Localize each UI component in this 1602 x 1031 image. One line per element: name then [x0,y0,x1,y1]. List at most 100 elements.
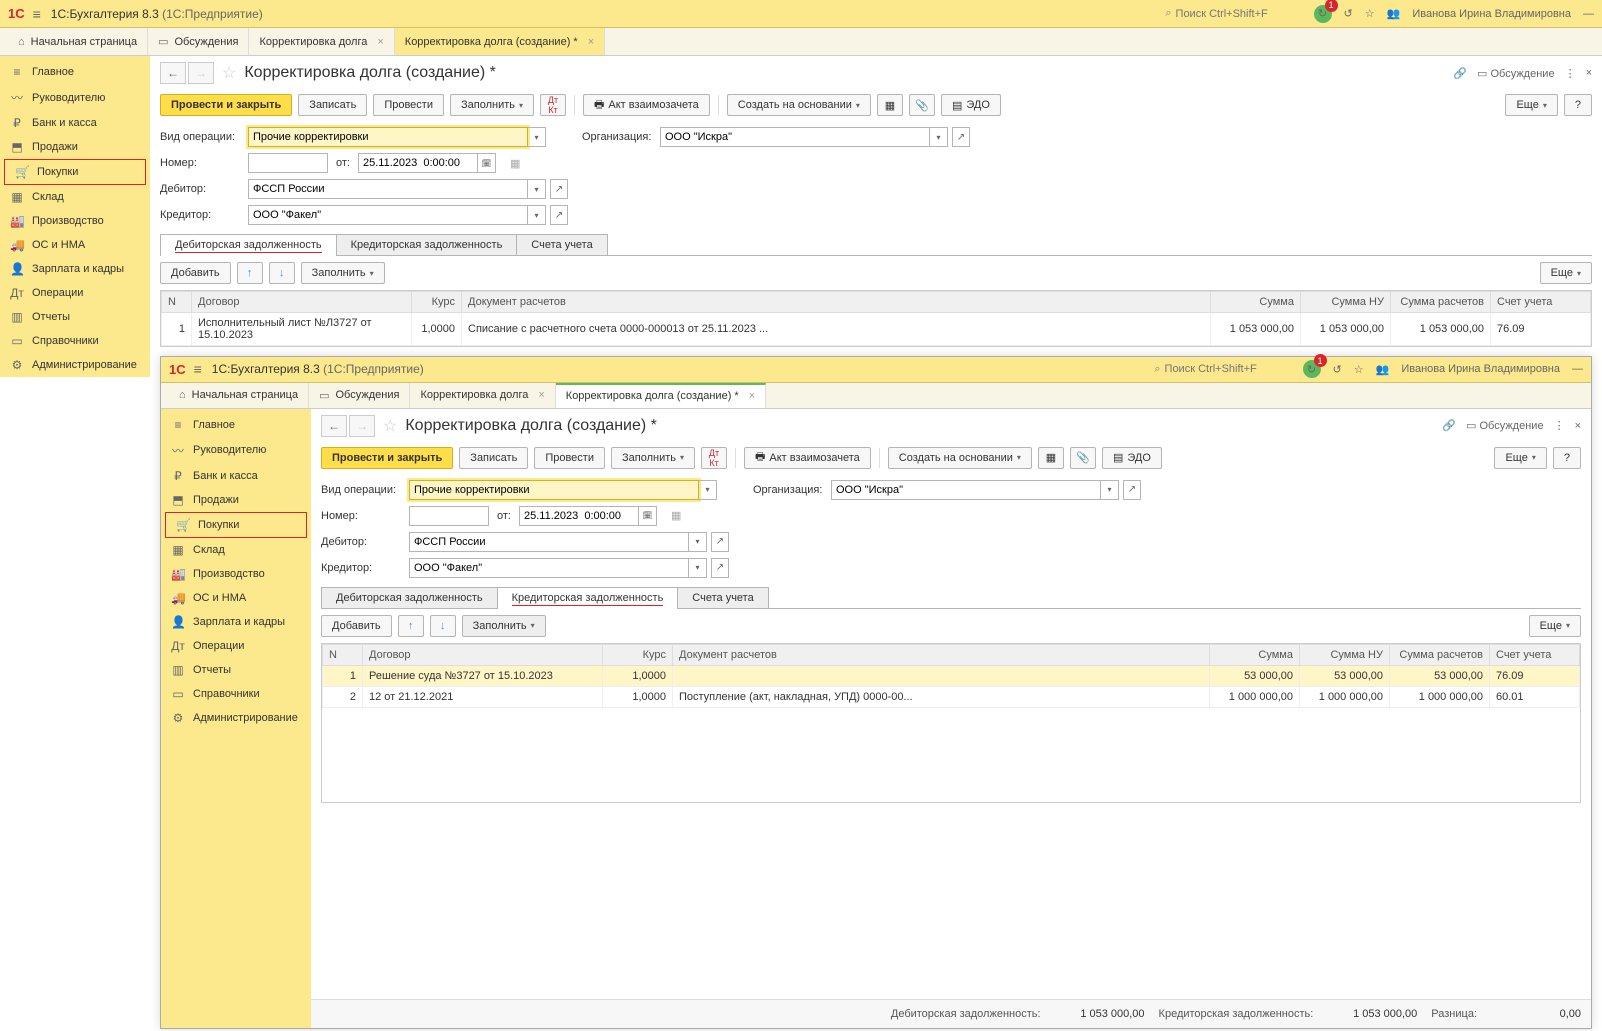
sidebar-item-sales[interactable]: ⬒Продажи [0,135,150,159]
edo-button[interactable]: ▤ ЭДО [1102,447,1162,469]
user-icon[interactable]: 👥 [1376,363,1390,376]
dropdown-icon[interactable]: ▾ [528,205,546,225]
act-button[interactable]: 🖶Акт взаимозачета [744,447,871,469]
history-icon[interactable]: ↺ [1344,7,1353,20]
move-up-button[interactable]: ↑ [398,615,424,637]
more-button[interactable]: Еще▾ [1505,94,1557,116]
table-row[interactable]: 1 Решение суда №3727 от 15.10.2023 1,000… [323,665,1580,686]
col-doc[interactable]: Документ расчетов [462,292,1211,313]
tab-discuss[interactable]: ▭Обсуждения [148,28,249,55]
dropdown-icon[interactable]: ▾ [1101,480,1119,500]
sidebar-item-catalogs[interactable]: ▭Справочники [0,329,150,353]
move-up-button[interactable]: ↑ [237,262,263,284]
subtab-credit[interactable]: Кредиторская задолженность [497,587,679,608]
sidebar-item-reports[interactable]: ▥Отчеты [161,658,311,682]
dropdown-icon[interactable]: ▾ [528,127,546,147]
col-sum[interactable]: Сумма [1210,644,1300,665]
col-sumnu[interactable]: Сумма НУ [1300,644,1390,665]
tab-doc2[interactable]: Корректировка долга (создание) *× [556,383,766,408]
menu-icon[interactable]: ≡ [33,6,41,22]
search-box[interactable]: ⌕ [1148,361,1290,378]
discuss-button[interactable]: ▭ Обсуждение [1466,419,1544,432]
dropdown-icon[interactable]: ▾ [930,127,948,147]
col-sumcalc[interactable]: Сумма расчетов [1390,644,1490,665]
sidebar-item-sales[interactable]: ⬒Продажи [161,488,311,512]
star-icon[interactable]: ☆ [383,416,397,436]
sidebar-item-operations[interactable]: ДтОперации [0,281,150,305]
help-button[interactable]: ? [1564,94,1592,116]
close-icon[interactable]: × [1586,67,1592,79]
star-icon[interactable]: ☆ [222,63,236,83]
debtor-field[interactable] [409,532,689,552]
sidebar-item-manager[interactable]: 〰Руководителю [0,84,150,111]
creditor-field[interactable] [248,205,528,225]
sidebar-item-main[interactable]: ≡Главное [0,60,150,84]
debtor-field[interactable] [248,179,528,199]
favorite-icon[interactable]: ☆ [1365,7,1375,20]
op-type-field[interactable] [248,127,528,147]
add-row-button[interactable]: Добавить [160,262,231,284]
open-icon[interactable]: ↗ [711,558,729,578]
search-input[interactable] [1176,8,1296,20]
tab-home[interactable]: ⌂Начальная страница [169,383,309,408]
close-icon[interactable]: × [538,389,544,401]
dropdown-icon[interactable]: ▾ [689,532,707,552]
user-name[interactable]: Иванова Ирина Владимировна [1412,8,1571,20]
search-input[interactable] [1165,363,1285,375]
close-icon[interactable]: × [1575,420,1581,432]
sidebar-item-bank[interactable]: ₽Банк и касса [161,464,311,488]
tab-doc1[interactable]: Корректировка долга× [249,28,394,55]
col-rate[interactable]: Курс [412,292,462,313]
minimize-icon[interactable]: — [1572,363,1583,375]
user-name[interactable]: Иванова Ирина Владимировна [1401,363,1560,375]
sidebar-item-admin[interactable]: ⚙Администрирование [0,353,150,377]
notification-icon[interactable]: ↻1 [1303,360,1321,378]
favorite-icon[interactable]: ☆ [1354,363,1364,376]
open-icon[interactable]: ↗ [550,205,568,225]
structure-button[interactable]: ▦ [877,94,903,116]
sidebar-item-production[interactable]: 🏭Производство [0,209,150,233]
move-down-button[interactable]: ↓ [269,262,295,284]
subtab-accounts[interactable]: Счета учета [677,587,768,608]
sidebar-item-operations[interactable]: ДтОперации [161,634,311,658]
op-type-field[interactable] [409,480,699,500]
user-icon[interactable]: 👥 [1387,7,1401,20]
sidebar-item-payroll[interactable]: 👤Зарплата и кадры [0,257,150,281]
tab-discuss[interactable]: ▭Обсуждения [309,383,410,408]
open-icon[interactable]: ↗ [711,532,729,552]
sidebar-item-manager[interactable]: 〰Руководителю [161,437,311,464]
sidebar-item-assets[interactable]: 🚚ОС и НМА [161,586,311,610]
sidebar-item-warehouse[interactable]: ▦Склад [161,538,311,562]
close-icon[interactable]: × [749,390,755,402]
sidebar-item-warehouse[interactable]: ▦Склад [0,185,150,209]
col-contract[interactable]: Договор [363,644,603,665]
post-close-button[interactable]: Провести и закрыть [321,447,453,469]
col-n[interactable]: N [323,644,363,665]
tab-doc2[interactable]: Корректировка долга (создание) *× [395,28,605,55]
structure-button[interactable]: ▦ [1038,447,1064,469]
table-row[interactable]: 1 Исполнительный лист №Л3727 от 15.10.20… [162,313,1591,346]
creditor-field[interactable] [409,558,689,578]
grid-icon[interactable]: ▦ [510,157,520,170]
calendar-icon[interactable]: 🗓 [478,153,496,173]
col-sumcalc[interactable]: Сумма расчетов [1391,292,1491,313]
fill-rows-button[interactable]: Заполнить▾ [462,615,546,637]
subtab-debit[interactable]: Дебиторская задолженность [160,234,337,255]
fill-button[interactable]: Заполнить▾ [611,447,695,469]
discuss-button[interactable]: ▭ Обсуждение [1477,67,1555,80]
act-button[interactable]: 🖶Акт взаимозачета [583,94,710,116]
col-sumnu[interactable]: Сумма НУ [1301,292,1391,313]
close-icon[interactable]: × [377,36,383,48]
create-based-button[interactable]: Создать на основании▾ [727,94,871,116]
sidebar-item-bank[interactable]: ₽Банк и касса [0,111,150,135]
link-icon[interactable]: 🔗 [1453,67,1467,80]
help-button[interactable]: ? [1553,447,1581,469]
sidebar-item-purchases[interactable]: 🛒Покупки [165,512,307,538]
dropdown-icon[interactable]: ▾ [689,558,707,578]
col-account[interactable]: Счет учета [1490,644,1580,665]
sidebar-item-production[interactable]: 🏭Производство [161,562,311,586]
sidebar-item-reports[interactable]: ▥Отчеты [0,305,150,329]
dtkt-button[interactable]: ДтКт [701,447,727,469]
col-contract[interactable]: Договор [192,292,412,313]
fill-button[interactable]: Заполнить▾ [450,94,534,116]
